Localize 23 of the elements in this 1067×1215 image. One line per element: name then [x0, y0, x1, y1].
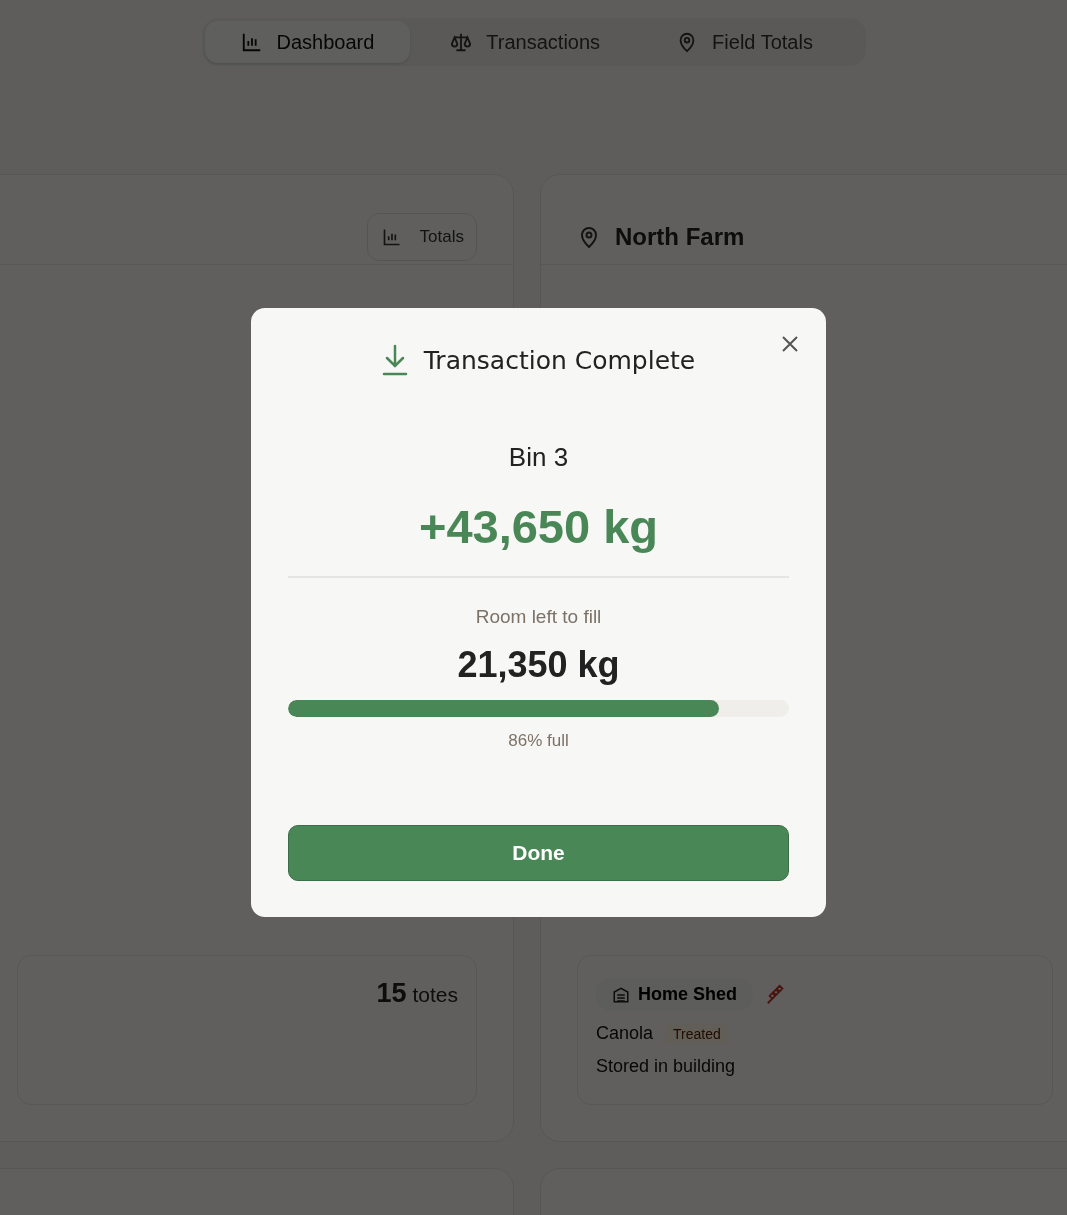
nav-tab[interactable]: Dashboard [204, 21, 411, 63]
close-button[interactable] [780, 334, 800, 354]
nav-tab[interactable]: Field Totals [640, 21, 849, 63]
nav-tab[interactable]: Transactions [414, 21, 637, 63]
totes-count: 15 [376, 978, 407, 1009]
scale-icon [450, 31, 473, 53]
bin-name: Bin 3 [508, 442, 569, 473]
fill-reading: 86% full [508, 731, 569, 751]
card-title: North Farm [615, 222, 745, 251]
close-icon [780, 334, 800, 354]
treated-badge: Treated [665, 1023, 729, 1044]
room-label: Room left to fill [475, 606, 602, 628]
crop-name: Canola [596, 1023, 654, 1044]
bar-chart-icon [240, 31, 263, 53]
storage-note: Stored in building [596, 1056, 737, 1077]
amount-added: +43,650 kg [418, 499, 659, 554]
done-button[interactable]: Done [288, 825, 789, 881]
download-icon [381, 344, 408, 376]
totals-button[interactable]: Totals [366, 212, 477, 261]
room-left: 21,350 kg [457, 644, 620, 686]
totes-unit: totes [412, 983, 458, 1007]
dialog-title: Transaction Complete [423, 345, 696, 375]
building-icon [612, 985, 630, 1004]
